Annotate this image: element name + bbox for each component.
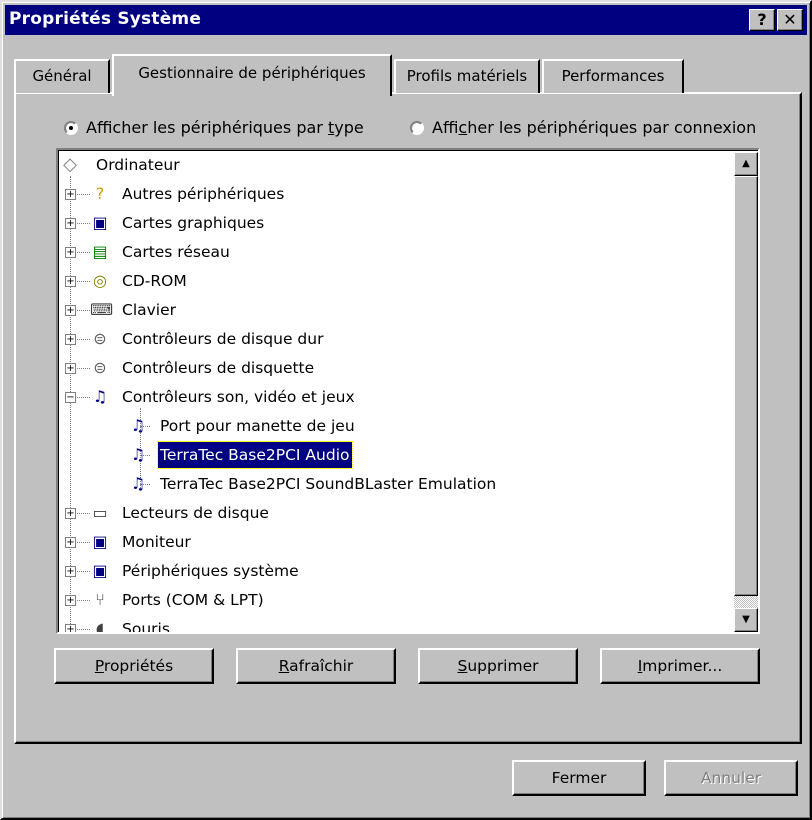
title-bar[interactable]: Propriétés Système ? ✕ <box>5 5 807 35</box>
tree-item-label: Contrôleurs de disque dur <box>122 330 324 348</box>
tree-item-label: Souris <box>122 620 170 634</box>
tree-item-label: Clavier <box>122 301 177 319</box>
radio-by-type-indicator[interactable] <box>64 120 78 135</box>
device-tree[interactable]: ◇ Ordinateur +? Autres périphériques + ▣ Car… <box>56 148 760 634</box>
tab-hardware-profiles[interactable]: Profils matériels <box>394 59 540 93</box>
print-button[interactable]: Imprimer... <box>600 648 760 684</box>
expand-icon[interactable]: + <box>65 363 76 374</box>
system-properties-window: Propriétés Système ? ✕ Général Gestionna… <box>0 0 812 820</box>
disk-controller-icon: ⊜ <box>93 329 107 348</box>
refresh-button[interactable]: Rafraîchir <box>236 648 396 684</box>
tree-item-label: Cartes graphiques <box>122 214 265 232</box>
remove-button[interactable]: Supprimer <box>418 648 578 684</box>
port-icon: ⑂ <box>95 590 105 609</box>
radio-by-connection-indicator[interactable] <box>410 120 424 135</box>
expand-icon[interactable]: + <box>65 305 76 316</box>
tree-item-label: Périphériques système <box>122 562 299 580</box>
system-device-icon: ▣ <box>92 561 108 580</box>
scroll-thumb[interactable] <box>734 176 758 596</box>
cdrom-icon: ◎ <box>93 271 107 290</box>
sound-card-icon: ♫ <box>130 445 146 464</box>
radio-by-connection-label: Afficher les périphériques par connexion <box>432 118 757 137</box>
tree-root-label: Ordinateur <box>96 156 180 174</box>
tree-item-label: TerraTec Base2PCI SoundBLaster Emulation <box>160 475 497 493</box>
close-button[interactable]: ✕ <box>777 9 803 31</box>
tab-device-manager[interactable]: Gestionnaire de périphériques <box>112 54 392 96</box>
tree-scrollbar[interactable]: ▲ ▼ <box>734 152 758 632</box>
disk-drive-icon: ▭ <box>92 503 108 522</box>
tree-item-label: Lecteurs de disque <box>122 504 269 522</box>
radio-by-type-label: Afficher les périphériques par type <box>86 118 364 137</box>
radio-by-connection[interactable]: Afficher les périphériques par connexion <box>410 118 756 137</box>
expand-icon[interactable]: + <box>65 247 76 258</box>
tree-item-label: Contrôleurs son, vidéo et jeux <box>122 388 355 406</box>
tree-item-label: TerraTec Base2PCI Audio <box>157 441 353 469</box>
expand-icon[interactable]: + <box>65 537 76 548</box>
monitor-icon: ▣ <box>92 213 108 232</box>
tree-item-label: Autres périphériques <box>122 185 285 203</box>
window-title: Propriétés Système <box>9 9 202 29</box>
tree-item-label: Port pour manette de jeu <box>160 417 355 435</box>
tree-item-label: Ports (COM & LPT) <box>122 591 264 609</box>
scroll-track[interactable] <box>734 596 758 608</box>
sound-card-icon: ♫ <box>130 474 146 493</box>
computer-diamond-icon: ◇ <box>63 154 77 175</box>
properties-button[interactable]: Propriétés <box>54 648 214 684</box>
expand-icon[interactable]: + <box>65 276 76 287</box>
mouse-icon: ◖ <box>95 619 105 634</box>
question-icon: ? <box>95 184 105 203</box>
floppy-controller-icon: ⊜ <box>93 358 107 377</box>
expand-icon[interactable]: + <box>65 189 76 200</box>
close-dialog-button[interactable]: Fermer <box>512 760 646 796</box>
expand-icon[interactable]: + <box>65 508 76 519</box>
expand-icon[interactable]: + <box>65 566 76 577</box>
tree-item-label: Moniteur <box>122 533 191 551</box>
sound-card-icon: ♫ <box>130 416 146 435</box>
expand-icon[interactable]: + <box>65 334 76 345</box>
tree-item-label: CD-ROM <box>122 272 187 290</box>
radio-by-type[interactable]: Afficher les périphériques par type <box>64 118 364 137</box>
keyboard-icon: ⌨ <box>90 300 114 319</box>
expand-icon[interactable]: + <box>65 218 76 229</box>
sound-card-icon: ♫ <box>92 387 108 406</box>
tree-item-label: Contrôleurs de disquette <box>122 359 315 377</box>
scroll-down-button[interactable]: ▼ <box>734 608 758 632</box>
tab-general[interactable]: Général <box>14 59 110 93</box>
expand-icon[interactable]: + <box>65 595 76 606</box>
scroll-up-button[interactable]: ▲ <box>734 152 758 176</box>
tab-performance[interactable]: Performances <box>542 59 684 93</box>
network-card-icon: ▤ <box>92 242 108 261</box>
tree-item-label: Cartes réseau <box>122 243 230 261</box>
expand-icon[interactable]: + <box>65 624 76 632</box>
collapse-icon[interactable]: − <box>65 392 76 403</box>
cancel-button[interactable]: Annuler <box>664 760 798 796</box>
monitor-icon: ▣ <box>92 532 108 551</box>
help-button[interactable]: ? <box>749 9 775 31</box>
